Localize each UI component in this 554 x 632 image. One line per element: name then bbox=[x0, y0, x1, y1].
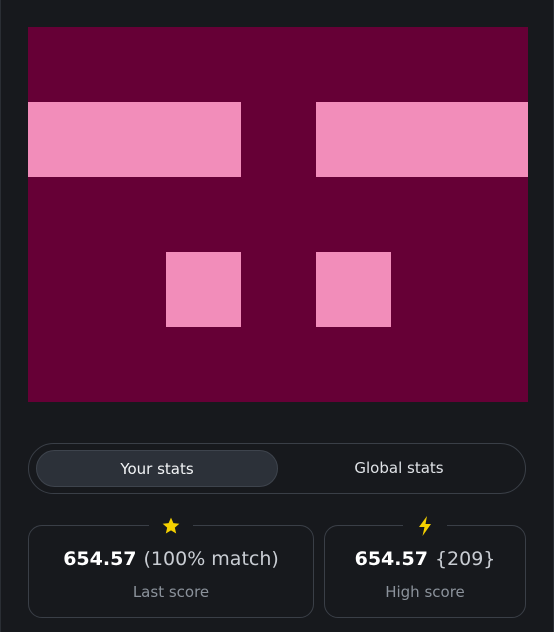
game-panel: Your stats Global stats 654.57 (100% matc… bbox=[0, 0, 554, 632]
star-icon bbox=[149, 512, 193, 540]
last-score-match: (100% match) bbox=[143, 548, 279, 570]
high-score-value: 654.57 bbox=[354, 548, 428, 570]
pink-block bbox=[316, 252, 391, 327]
target-canvas bbox=[28, 27, 528, 402]
stats-tab-bar: Your stats Global stats bbox=[28, 443, 526, 494]
last-score-card: 654.57 (100% match) Last score bbox=[28, 512, 314, 618]
high-score-line: 654.57 {209} bbox=[325, 548, 525, 570]
high-score-rank: {209} bbox=[434, 548, 496, 570]
last-score-line: 654.57 (100% match) bbox=[29, 548, 313, 570]
tab-your-stats[interactable]: Your stats bbox=[36, 450, 278, 487]
pink-block bbox=[28, 102, 241, 177]
high-score-label: High score bbox=[385, 583, 465, 601]
tab-global-stats[interactable]: Global stats bbox=[278, 450, 520, 487]
pink-block bbox=[166, 252, 241, 327]
high-score-card: 654.57 {209} High score bbox=[324, 512, 526, 618]
last-score-label: Last score bbox=[132, 583, 210, 601]
last-score-value: 654.57 bbox=[63, 548, 137, 570]
lightning-icon bbox=[403, 512, 447, 540]
pink-block bbox=[316, 102, 528, 177]
